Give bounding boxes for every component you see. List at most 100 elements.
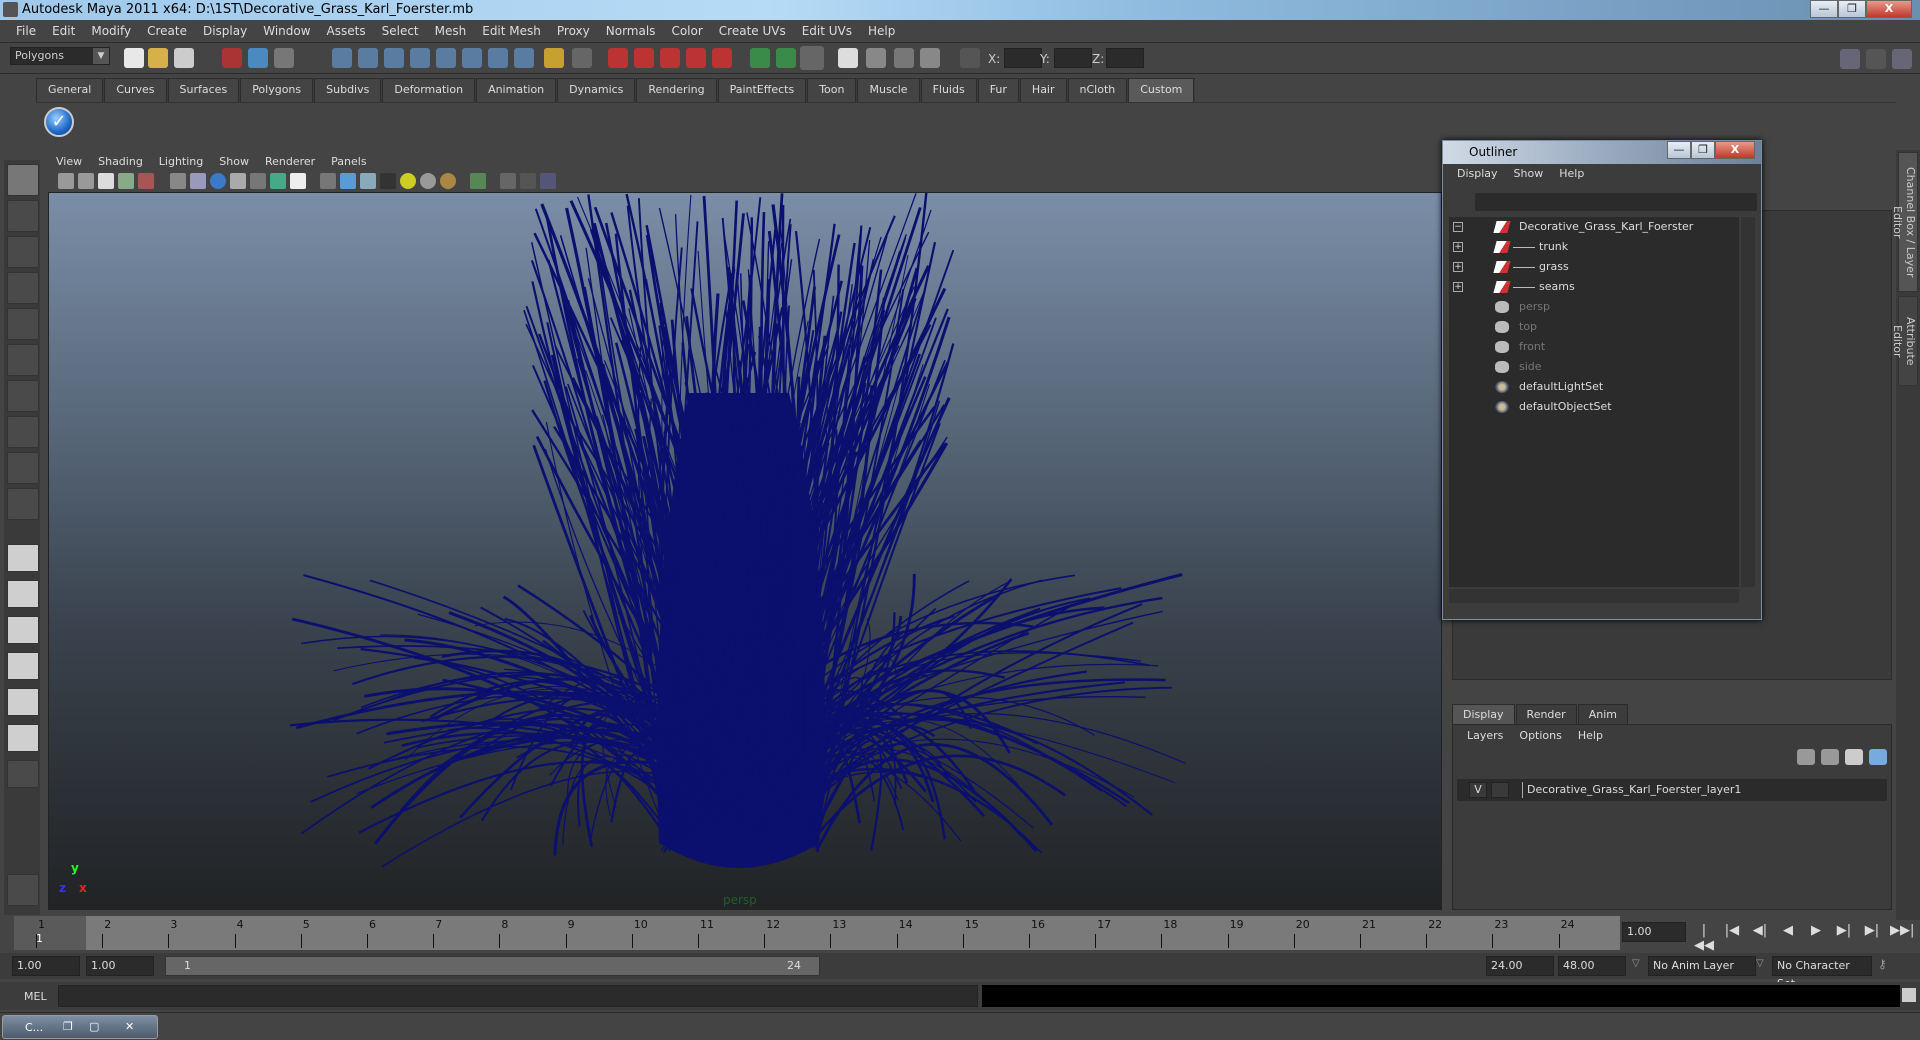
select-hierarchy-icon[interactable] (222, 48, 242, 68)
pick-misc-icon[interactable] (514, 48, 534, 68)
shelf-tab-rendering[interactable]: Rendering (636, 78, 717, 102)
shelf-tab-custom[interactable]: Custom (1128, 78, 1195, 102)
persp-graph-layout-icon[interactable] (7, 652, 39, 680)
select-tool-icon[interactable] (7, 164, 39, 196)
shelf-tab-painteffects[interactable]: PaintEffects (717, 78, 807, 102)
outliner-menu-show[interactable]: Show (1506, 167, 1552, 180)
layer-display-type-toggle[interactable] (1491, 782, 1509, 798)
playback-end-field[interactable]: 24.00 (1486, 956, 1554, 976)
checkmark-shelf-button[interactable]: ✓ (44, 107, 74, 137)
outliner-minimize-button[interactable]: — (1667, 141, 1691, 159)
scale-tool-icon[interactable] (7, 344, 39, 376)
menu-window[interactable]: Window (255, 24, 318, 38)
outliner-item-grass[interactable]: + grass (1449, 257, 1739, 277)
four-pane-layout-icon[interactable] (7, 580, 39, 608)
playback-start-field[interactable]: 1.00 (86, 956, 154, 976)
move-layer-down-icon[interactable] (1821, 749, 1839, 765)
shelf-tab-curves[interactable]: Curves (104, 78, 167, 102)
high-quality-icon[interactable] (440, 173, 456, 189)
command-language-label[interactable]: MEL (24, 990, 47, 1003)
menu-help[interactable]: Help (860, 24, 903, 38)
step-back-key-button[interactable]: |◀ (1722, 923, 1742, 943)
safe-title-icon[interactable] (290, 173, 306, 189)
restore-button[interactable]: ❐ (1838, 0, 1866, 18)
pick-deformations-icon[interactable] (436, 48, 456, 68)
layer-tab-display[interactable]: Display (1452, 704, 1515, 725)
shelf-tab-dynamics[interactable]: Dynamics (557, 78, 636, 102)
pick-joints-icon[interactable] (358, 48, 378, 68)
render-frame-icon[interactable] (866, 48, 886, 68)
bookmarks-icon[interactable] (98, 173, 114, 189)
close-button[interactable]: X (1866, 0, 1912, 18)
input-line-mode-icon[interactable] (960, 48, 980, 68)
use-all-lights-icon[interactable] (400, 173, 416, 189)
outliner-vertical-scrollbar[interactable] (1741, 217, 1755, 587)
wireframe-on-shaded-icon[interactable] (360, 173, 376, 189)
safe-action-icon[interactable] (270, 173, 286, 189)
outliner-maximize-button[interactable]: ❐ (1691, 141, 1715, 159)
step-forward-key-button[interactable]: ▶| (1862, 923, 1882, 943)
camera-attributes-icon[interactable] (78, 173, 94, 189)
viewport-menu-renderer[interactable]: Renderer (257, 155, 323, 168)
snap-point-icon[interactable] (660, 48, 680, 68)
new-scene-icon[interactable] (124, 48, 144, 68)
x-field[interactable] (1004, 48, 1042, 68)
hypershade-persp-layout-icon[interactable] (7, 688, 39, 716)
outliner-close-button[interactable]: X (1715, 141, 1755, 159)
layer-menu-options[interactable]: Options (1511, 729, 1569, 742)
save-scene-icon[interactable] (174, 48, 194, 68)
pick-surfaces-icon[interactable] (410, 48, 430, 68)
resolution-gate-icon[interactable] (210, 173, 226, 189)
outliner-item-side[interactable]: side (1449, 357, 1739, 377)
ipr-render-icon[interactable] (894, 48, 914, 68)
move-tool-icon[interactable] (7, 272, 39, 304)
shelf-tab-toon[interactable]: Toon (807, 78, 857, 102)
select-component-icon[interactable] (274, 48, 294, 68)
pick-handles-icon[interactable] (332, 48, 352, 68)
snap-curve-icon[interactable] (634, 48, 654, 68)
outliner-item-top[interactable]: top (1449, 317, 1739, 337)
open-scene-icon[interactable] (148, 48, 168, 68)
show-manipulator-icon[interactable] (7, 452, 39, 484)
grid-icon[interactable] (170, 173, 186, 189)
channel-box-toggle-icon[interactable] (1892, 49, 1912, 69)
outliner-item-persp[interactable]: persp (1449, 297, 1739, 317)
paint-select-tool-icon[interactable] (7, 236, 39, 268)
pick-rendering-icon[interactable] (488, 48, 508, 68)
isolate-select-icon[interactable] (470, 173, 486, 189)
single-pane-layout-icon[interactable] (7, 544, 39, 572)
maya-dragon-icon[interactable] (7, 874, 39, 906)
outliner-item-decorative-grass-karl-foerster[interactable]: − Decorative_Grass_Karl_Foerster (1449, 217, 1739, 237)
lasso-tool-icon[interactable] (7, 200, 39, 232)
render-view-icon[interactable] (838, 48, 858, 68)
shelf-tab-general[interactable]: General (36, 78, 104, 102)
key-icon[interactable]: ⚷ (1878, 957, 1887, 971)
layer-row[interactable]: V Decorative_Grass_Karl_Foerster_layer1 (1457, 779, 1887, 801)
menu-mesh[interactable]: Mesh (427, 24, 475, 38)
universal-manipulator-icon[interactable] (7, 380, 39, 412)
menu-assets[interactable]: Assets (319, 24, 374, 38)
go-to-end-button[interactable]: ▶▶| (1890, 923, 1914, 943)
wireframe-icon[interactable] (320, 173, 336, 189)
minimized-window[interactable]: C... ❐ ▢ ✕ (2, 1015, 158, 1039)
layer-visibility-toggle[interactable]: V (1469, 782, 1487, 798)
shelf-tab-hair[interactable]: Hair (1019, 78, 1067, 102)
xray-joints-icon[interactable] (540, 173, 556, 189)
layer-menu-help[interactable]: Help (1570, 729, 1611, 742)
smooth-shade-icon[interactable] (340, 173, 356, 189)
move-layer-up-icon[interactable] (1797, 749, 1815, 765)
new-layer-icon[interactable] (1845, 749, 1863, 765)
viewport-menu-lighting[interactable]: Lighting (151, 155, 211, 168)
field-chart-icon[interactable] (250, 173, 266, 189)
layer-color-swatch[interactable] (1513, 782, 1523, 798)
minimize-button[interactable]: — (1810, 0, 1838, 18)
textured-icon[interactable] (380, 173, 396, 189)
shelf-tab-ncloth[interactable]: nCloth (1067, 78, 1128, 102)
menu-set-dropdown[interactable]: Polygons ▼ (10, 47, 110, 65)
expand-icon[interactable]: + (1453, 242, 1463, 252)
go-to-start-button[interactable]: |◀◀ (1694, 923, 1714, 953)
layer-menu-layers[interactable]: Layers (1459, 729, 1511, 742)
menu-edit-uvs[interactable]: Edit UVs (794, 24, 860, 38)
snap-grid-icon[interactable] (608, 48, 628, 68)
outliner-item-trunk[interactable]: + trunk (1449, 237, 1739, 257)
